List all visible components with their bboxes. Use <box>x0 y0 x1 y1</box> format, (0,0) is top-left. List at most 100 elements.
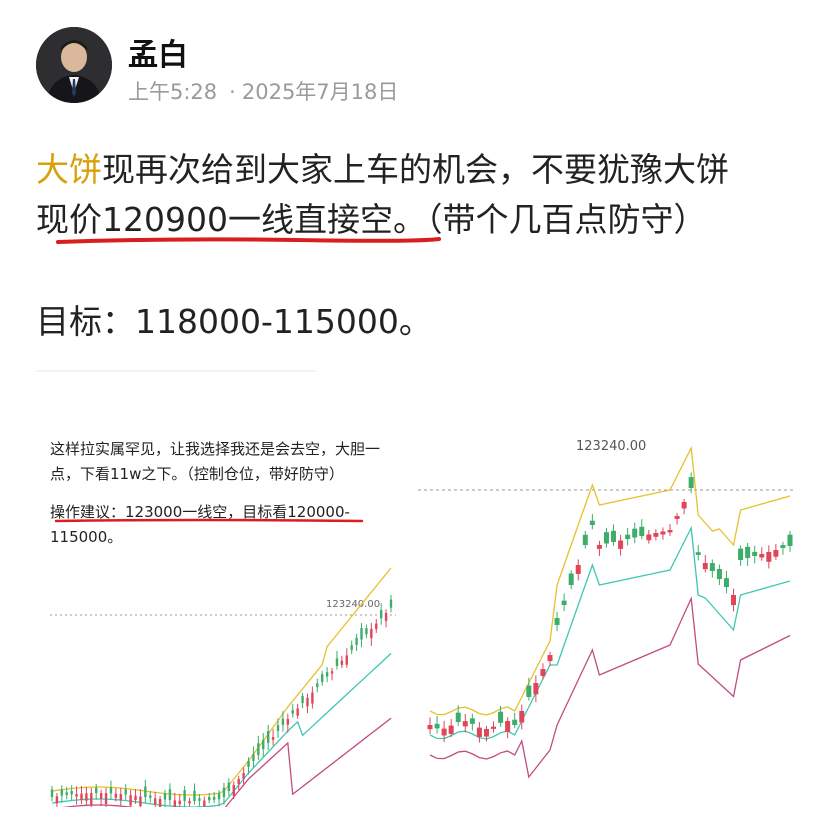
candle-body <box>124 789 127 795</box>
candle-body <box>158 799 162 807</box>
candle-body <box>632 528 638 538</box>
candle-body <box>375 623 378 630</box>
candle-body <box>95 787 98 794</box>
candle-body <box>448 725 454 734</box>
band-lower-line <box>62 717 392 807</box>
candle-body <box>252 754 255 761</box>
candle-body <box>738 548 744 560</box>
candle-body <box>773 550 779 557</box>
candle-body <box>625 534 631 539</box>
post-line1: 现再次给到大家上车的机会，不要犹豫大饼 <box>102 150 729 189</box>
candle-body <box>90 793 93 805</box>
post-target: 目标：118000-115000。 <box>36 302 432 341</box>
candle-body <box>60 789 64 796</box>
candle-body <box>709 563 715 571</box>
candle-body <box>311 692 314 704</box>
candle-body <box>114 793 118 798</box>
chart-left-price-label: 123240.00 <box>326 599 380 610</box>
candle-body <box>355 637 358 645</box>
candle-body <box>286 719 290 725</box>
candle-body <box>603 532 609 544</box>
candle-body <box>512 719 518 725</box>
candle-body <box>469 718 475 724</box>
handdrawn-underline <box>56 237 441 244</box>
candle-body <box>370 628 373 639</box>
post-time: 上午5:28 <box>128 80 218 104</box>
candle-body <box>335 658 339 666</box>
candle-body <box>667 530 673 533</box>
candle-body <box>203 800 206 807</box>
candle-body <box>618 540 624 549</box>
candle-body <box>476 727 482 737</box>
post-line2-underlined: 现价120900一线直接空。 <box>36 200 426 239</box>
candle-body <box>70 790 73 795</box>
candle-body <box>237 779 240 785</box>
band-middle-line <box>429 525 791 740</box>
candle-body <box>660 531 666 535</box>
candle-body <box>611 530 617 542</box>
candle-body <box>674 516 680 519</box>
candle-body <box>787 534 793 546</box>
author-name[interactable]: 孟白 <box>128 30 188 74</box>
candle-body <box>193 790 196 801</box>
candle-body <box>65 792 68 796</box>
candle-body <box>653 533 659 537</box>
candle-body <box>752 551 758 556</box>
candle-body <box>582 534 588 545</box>
candle-body <box>365 628 368 635</box>
avatar-image <box>36 27 112 103</box>
meta-separator: · <box>229 80 236 104</box>
candle-body <box>50 789 54 797</box>
attached-image-left[interactable]: 这样拉实属罕见，让我选择我还是会去空，大胆一点，下看11w之下。（控制仓位，带好… <box>36 425 410 807</box>
band-middle-line <box>51 652 392 807</box>
candle-body <box>168 789 172 801</box>
candle-body <box>222 787 226 797</box>
candle-body <box>681 502 687 509</box>
candle-body <box>540 669 546 676</box>
candle-body <box>350 645 353 651</box>
candle-body <box>568 573 574 585</box>
candle-body <box>483 728 489 737</box>
candle-body <box>780 545 786 548</box>
candle-body <box>247 760 250 767</box>
candle-body <box>427 725 433 730</box>
candle-body <box>227 782 231 791</box>
candle-body <box>360 628 363 640</box>
chart-right: 123240.00 <box>418 439 796 779</box>
author-avatar[interactable] <box>36 27 112 103</box>
candle-body <box>257 743 260 755</box>
chart-right-price-label: 123240.00 <box>576 439 646 454</box>
candle-body <box>688 477 694 488</box>
candle-body <box>149 795 152 798</box>
post-meta: 上午5:28 · 2025年7月18日 <box>128 76 398 106</box>
candle-body <box>99 793 103 799</box>
candle-body <box>262 739 265 749</box>
highlight-keyword[interactable]: 大饼 <box>36 150 102 189</box>
candle-body <box>745 546 751 558</box>
candle-body <box>119 794 122 801</box>
candle-body <box>498 711 504 723</box>
candle-body <box>232 785 235 796</box>
band-upper-line <box>429 445 791 716</box>
candle-body <box>266 731 270 743</box>
image-left-underline <box>54 518 364 523</box>
candle-body <box>129 795 132 806</box>
candle-body <box>217 793 221 800</box>
candle-body <box>702 563 708 570</box>
candle-body <box>291 710 294 714</box>
candle-body <box>139 796 142 807</box>
candle-body <box>104 793 108 804</box>
candle-body <box>731 595 737 606</box>
attached-image-right[interactable]: 123240.00 <box>418 425 796 807</box>
candle-body <box>316 683 319 688</box>
candle-body <box>163 793 167 800</box>
candle-body <box>491 726 497 729</box>
candle-body <box>281 718 285 725</box>
candle-body <box>144 786 147 798</box>
candle-body <box>276 725 280 731</box>
candle-body <box>75 794 78 797</box>
candle-body <box>340 660 344 665</box>
candle-body <box>301 695 304 704</box>
candle-body <box>306 697 309 707</box>
candle-body <box>85 793 88 801</box>
